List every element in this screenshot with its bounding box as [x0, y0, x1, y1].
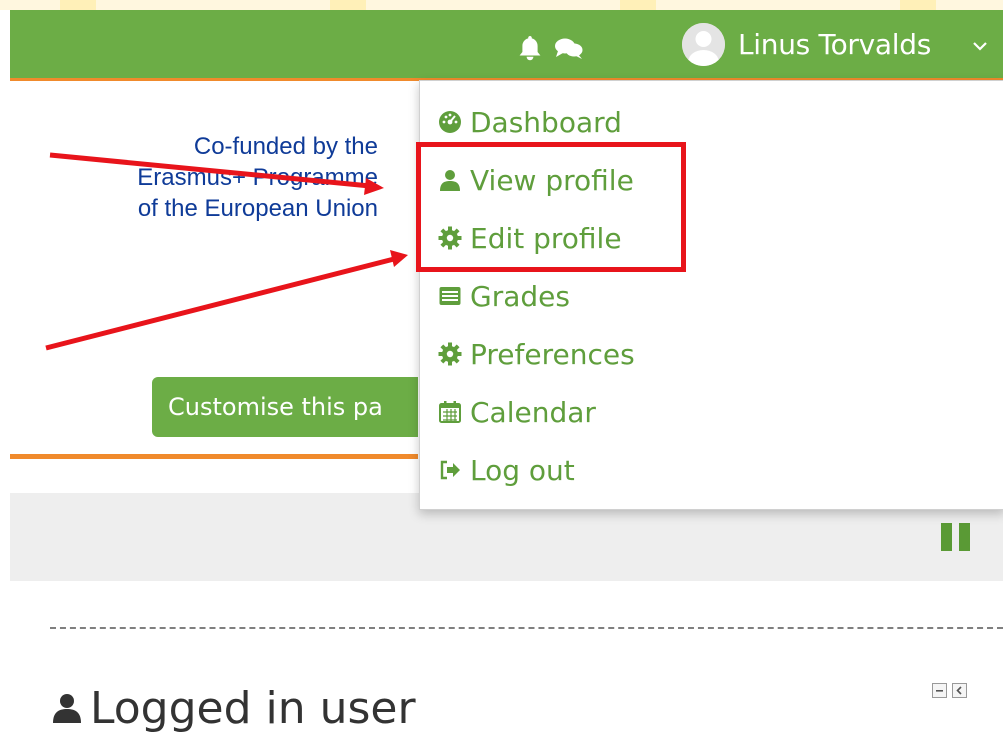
annotation-arrows — [45, 152, 408, 351]
arrow-head — [364, 178, 384, 195]
arrow-head — [390, 250, 408, 267]
